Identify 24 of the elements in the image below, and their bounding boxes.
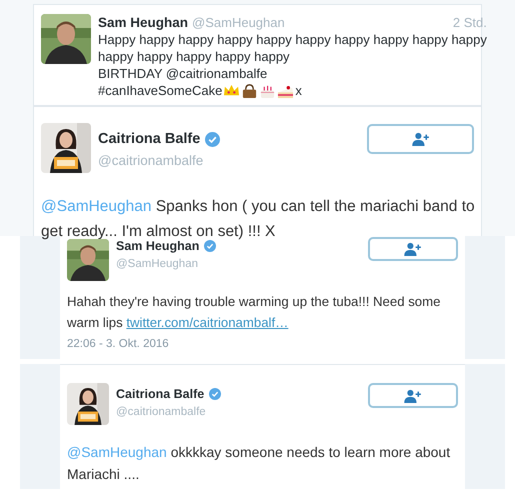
- author-handle[interactable]: @caitrionambalfe: [116, 404, 368, 421]
- tweet-text: happy happy happy happy happy: [98, 48, 290, 65]
- follow-button[interactable]: [367, 124, 474, 154]
- tweet-text: Happy happy happy happy happy happy happy happy happy happy: [98, 31, 487, 48]
- follow-button[interactable]: [368, 383, 458, 408]
- link[interactable]: twitter.com/caitrionambalf…: [126, 315, 288, 330]
- add-user-icon: [404, 388, 422, 402]
- add-user-icon: [404, 242, 422, 256]
- tweet-text: @SamHeughan okkkkay someone needs to learn more about Mariachi ....: [67, 443, 452, 484]
- timestamp: 22:06 - 3. Okt. 2016: [67, 337, 170, 352]
- tweet-text: BIRTHDAY @caitrionambalfe: [98, 65, 268, 82]
- author-handle[interactable]: @SamHeughan: [192, 14, 285, 31]
- author-name[interactable]: Sam Heughan: [98, 14, 188, 31]
- tweet-text: x: [295, 82, 302, 99]
- handbag-icon: [241, 82, 258, 98]
- tweet-text: #canIhaveSomeCake: [98, 82, 222, 99]
- add-user-icon: [412, 132, 430, 146]
- follow-button[interactable]: [368, 237, 458, 261]
- tweet-text: Hahah they're having trouble warming up the tuba!!! Need some warm lips twitter.com/caitrionambalf…: [67, 293, 442, 332]
- author-name[interactable]: Caitriona Balfe: [116, 385, 204, 404]
- author-name[interactable]: Caitriona Balfe: [98, 129, 200, 151]
- author-handle[interactable]: @SamHeughan: [116, 256, 368, 273]
- timestamp: 2 Std.: [452, 14, 487, 31]
- author-handle[interactable]: @caitrionambalfe: [98, 150, 367, 171]
